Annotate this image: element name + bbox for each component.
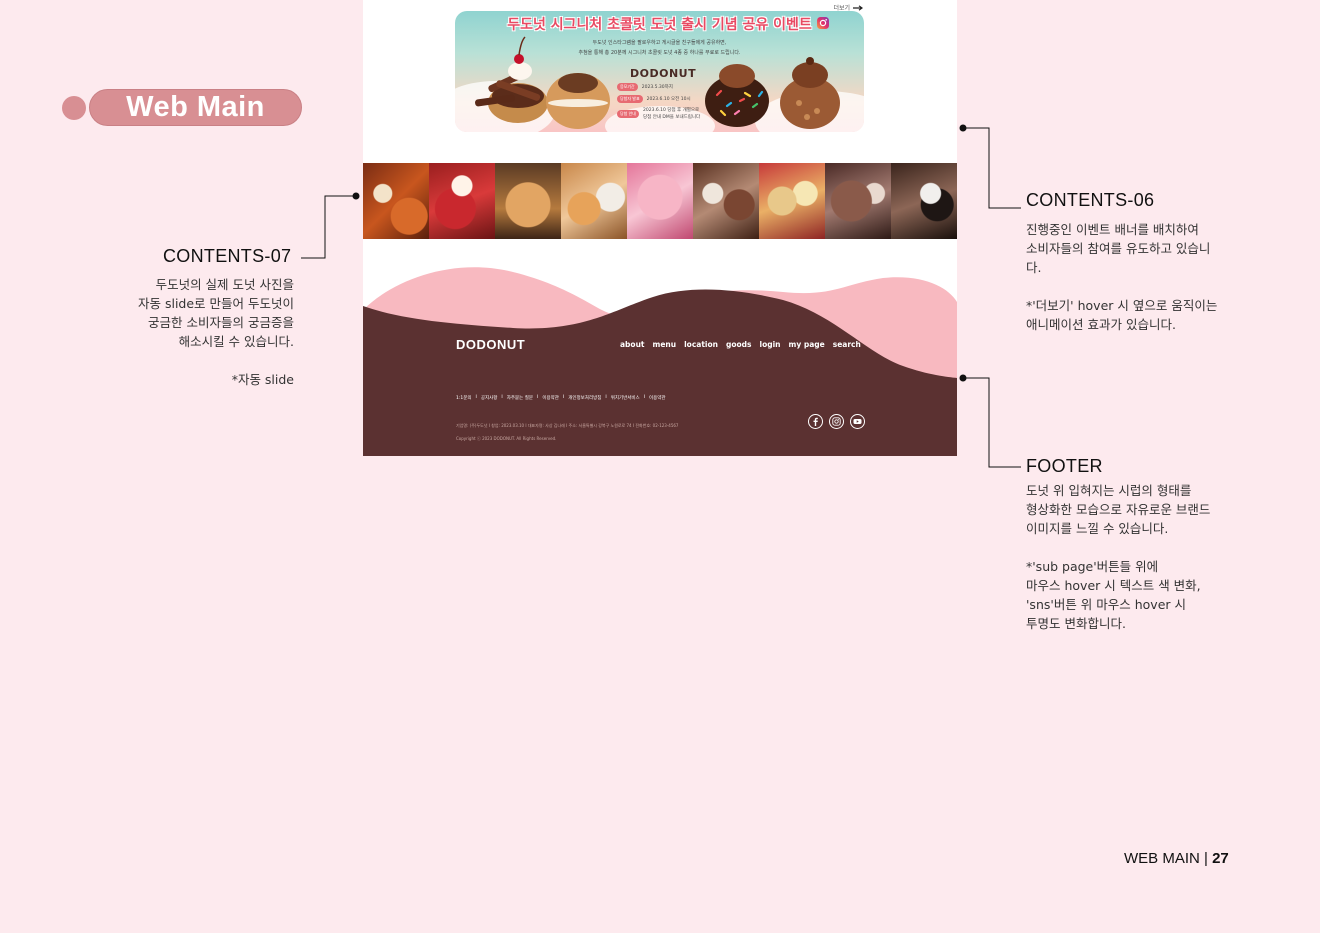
slide-photo <box>693 163 759 239</box>
footer-link[interactable]: 이용약관 <box>649 395 666 401</box>
web-main-mockup: 더보기 두도넛 시그니처 초콜릿 도넛 출시 기념 공유 이벤트 두도넛 인스타… <box>363 0 957 456</box>
slide-photo <box>561 163 627 239</box>
page-number: WEB MAIN | 27 <box>1124 850 1229 867</box>
footer-link[interactable]: 위치기반서비스 <box>611 395 640 401</box>
slide-photo <box>891 163 957 239</box>
footer-link-divider: I <box>537 395 539 400</box>
contents-06-title: CONTENTS-06 <box>1026 190 1155 210</box>
slide-photo <box>759 163 825 239</box>
footer-link-divider: I <box>475 395 477 400</box>
youtube-icon[interactable] <box>850 414 865 429</box>
footer-link[interactable]: 이용약관 <box>542 395 559 401</box>
title-dot-decoration <box>62 96 86 120</box>
arrow-right-icon <box>853 4 863 11</box>
page-section-label: WEB MAIN <box>1124 850 1200 867</box>
footer-link-divider: I <box>501 395 503 400</box>
footer-link[interactable]: 개인정보처리방침 <box>568 395 601 401</box>
event-banner-info-2: 당첨자 발표 2023.6.10 오전 10시 <box>617 95 691 103</box>
event-banner[interactable]: 두도넛 시그니처 초콜릿 도넛 출시 기념 공유 이벤트 두도넛 인스타그램을 … <box>455 11 864 132</box>
footer-link[interactable]: 공지사항 <box>481 395 498 401</box>
contents-07-description: 두도넛의 실제 도넛 사진을 자동 slide로 만들어 두도넛이 궁금한 소비… <box>137 277 294 387</box>
footer-nav-login[interactable]: login <box>760 340 781 349</box>
slide-photo <box>495 163 561 239</box>
footer-nav: about menu location goods login my page … <box>620 340 861 349</box>
facebook-icon[interactable] <box>808 414 823 429</box>
event-banner-info-1: 응모기간 2023.5.30까지 <box>617 83 673 91</box>
page-title: Web Main <box>89 89 302 126</box>
footer-link[interactable]: 자주묻는 질문 <box>507 395 533 401</box>
footer-company-info: 기업명: (주)두도넛 I 창업: 2023.03.10 I 대표자명: 사상 … <box>456 423 679 428</box>
footer-links: 1:1문의 I 공지사항 I 자주묻는 질문 I 이용약관 I 개인정보처리방침… <box>456 395 666 401</box>
slide-photo <box>627 163 693 239</box>
page-number-value: 27 <box>1212 850 1229 867</box>
footer-annotation-title: FOOTER <box>1026 456 1103 476</box>
footer-annotation-description: 도넛 위 입혀지는 시럽의 형태를 형상화한 모습으로 자유로운 브랜드 이미지… <box>1026 483 1211 631</box>
footer-nav-location[interactable]: location <box>684 340 718 349</box>
footer-copyright: Copyright ⓒ 2023 DODONUT. All Rights Res… <box>456 436 557 441</box>
slide-photo <box>363 163 429 239</box>
footer-link-divider: I <box>605 395 607 400</box>
event-banner-info-3: 당첨 안내 2023.6.10 당첨 후 개별으로 당첨 안내 DM을 보내드립… <box>617 107 703 121</box>
slide-photo <box>429 163 495 239</box>
footer-nav-menu[interactable]: menu <box>653 340 677 349</box>
footer-link-divider: I <box>562 395 565 400</box>
event-banner-brand: DODONUT <box>630 67 697 80</box>
footer-link-divider: I <box>643 395 646 400</box>
instagram-icon[interactable] <box>829 414 844 429</box>
footer-nav-my-page[interactable]: my page <box>789 340 825 349</box>
footer-link[interactable]: 1:1문의 <box>456 395 472 401</box>
contents-06-description: 진행중인 이벤트 배너를 배치하여 소비자들의 참여를 유도하고 있습니 다. … <box>1026 222 1218 332</box>
footer-nav-goods[interactable]: goods <box>726 340 752 349</box>
footer-logo[interactable]: DODONUT <box>456 337 525 352</box>
footer-nav-search[interactable]: search <box>833 340 861 349</box>
footer-nav-about[interactable]: about <box>620 340 645 349</box>
contents-07-title: CONTENTS-07 <box>163 246 292 266</box>
donut-photo-slider[interactable] <box>363 163 957 239</box>
slide-photo <box>825 163 891 239</box>
